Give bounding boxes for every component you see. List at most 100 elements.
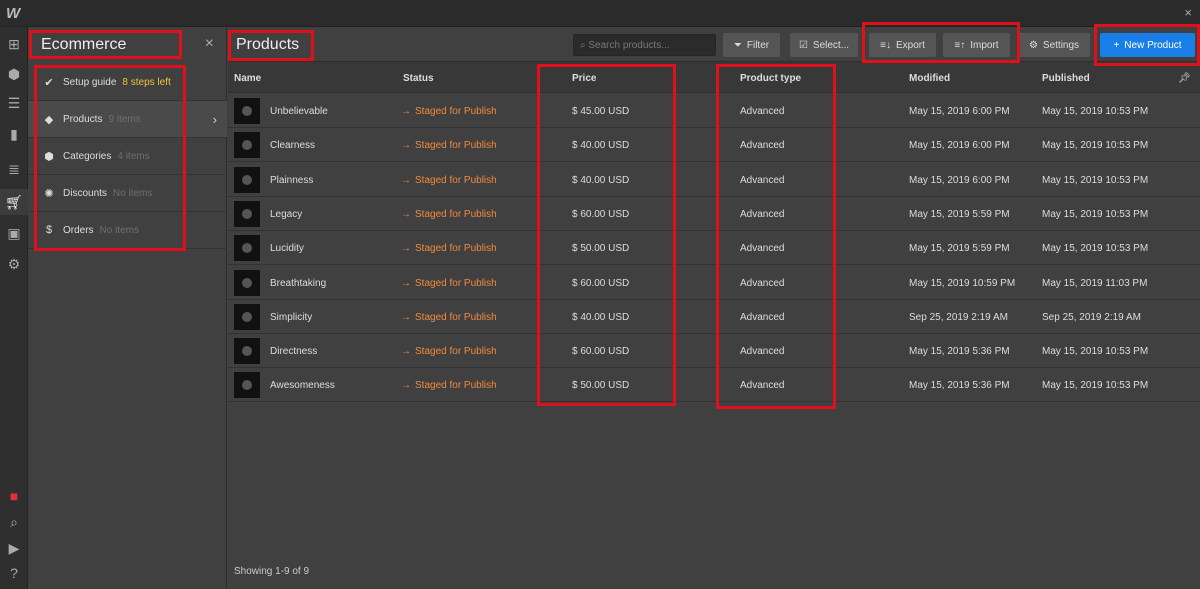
published-date: May 15, 2019 10:53 PM [1042,208,1149,220]
import-icon: ≡↑ [954,39,966,51]
product-name: Lucidity [270,243,304,255]
table-row[interactable]: Unbelievable → Staged for Publish $ 45.00 … [228,94,1200,128]
sidebar-item-count: No items [99,224,140,236]
select-button[interactable]: ☑ Select... [790,33,858,57]
chevron-right-icon: › [212,111,217,127]
table-row[interactable]: Simplicity → Staged for Publish $ 40.00 US… [228,300,1200,334]
arrow-right-icon: → [401,140,411,152]
published-date: May 15, 2019 11:03 PM [1042,277,1148,289]
table-row[interactable]: Plainness → Staged for Publish $ 40.00 USD… [228,163,1200,197]
published-date: May 15, 2019 10:53 PM [1042,243,1149,255]
pages-icon[interactable]: ▮ [5,125,23,143]
close-icon[interactable]: × [205,35,214,53]
assets-icon[interactable]: ▣ [5,224,23,242]
arrow-right-icon: → [401,277,411,289]
product-status: Staged for Publish [415,243,497,255]
product-price: $ 60.00 USD [572,277,630,289]
product-type: Advanced [740,380,785,392]
video-icon[interactable]: ▶ [5,539,23,557]
modified-date: May 15, 2019 5:36 PM [909,346,1010,358]
product-status: Staged for Publish [415,174,497,186]
product-status: Staged for Publish [415,140,497,152]
top-bar: W × [0,0,1200,27]
column-header-price[interactable]: Price [572,73,596,84]
product-thumbnail [234,303,260,330]
export-icon: ≡↓ [880,39,891,51]
column-header-product-type[interactable]: Product type [740,73,801,84]
sidebar-item-label: Setup guide [63,76,117,88]
cube-icon[interactable]: ⬢ [5,65,23,83]
select-label: Select... [812,39,850,51]
published-date: May 15, 2019 10:53 PM [1042,140,1149,152]
column-header-published[interactable]: Published [1042,73,1090,84]
product-status: Staged for Publish [415,380,497,392]
webflow-logo: W [6,5,21,22]
sidebar-item-orders[interactable]: $ Orders No items [28,212,227,249]
sidebar-item-count: No items [112,187,153,199]
product-price: $ 60.00 USD [572,208,630,220]
product-price: $ 50.00 USD [572,243,630,255]
table-row[interactable]: Clearness → Staged for Publish $ 40.00 USD… [228,128,1200,163]
table-row[interactable]: Awesomeness → Staged for Publish $ 50.00 U… [228,368,1200,403]
close-icon[interactable]: × [1184,5,1192,20]
steps-left-badge: 8 steps left [122,76,171,88]
export-button[interactable]: ≡↓ Export [869,33,936,57]
arrow-right-icon: → [401,208,411,220]
add-panel-icon[interactable]: ⊞ [5,35,23,53]
product-price: $ 60.00 USD [572,346,630,358]
sidebar-item-discounts[interactable]: ✺ Discounts No items [28,175,227,212]
product-status: Staged for Publish [415,346,497,358]
table-row[interactable]: Directness → Staged for Publish $ 60.00 US… [228,334,1200,369]
published-date: May 15, 2019 10:53 PM [1042,106,1149,117]
column-header-status[interactable]: Status [403,73,434,84]
published-date: Sep 25, 2019 2:19 AM [1042,311,1141,323]
modified-date: May 15, 2019 10:59 PM [909,277,1016,289]
sidebar-item-products[interactable]: ◆ Products 9 items › [28,101,227,138]
product-price: $ 45.00 USD [572,106,630,117]
product-thumbnail [234,372,260,399]
receipt-icon: $ [45,224,53,236]
gear-icon: ⚙ [1028,39,1038,51]
modified-date: May 15, 2019 5:59 PM [909,208,1010,220]
column-header-name[interactable]: Name [234,73,261,84]
new-product-button[interactable]: + New Product [1100,33,1195,57]
published-date: May 15, 2019 10:53 PM [1042,380,1149,392]
filter-button[interactable]: ⏷ Filter [723,33,780,57]
search-icon[interactable]: ⌕ [5,513,23,531]
record-icon[interactable]: ■ [5,487,23,505]
help-icon[interactable]: ? [5,564,23,582]
arrow-right-icon: → [401,106,411,117]
sidebar-item-setup-guide[interactable]: ✔ Setup guide 8 steps left [28,64,227,101]
ecommerce-icon[interactable]: 🛒︎ [0,189,28,215]
sidebar-item-count: 9 items [108,113,141,125]
product-thumbnail [234,235,260,262]
product-name: Clearness [270,140,316,152]
import-button[interactable]: ≡↑ Import [943,33,1010,57]
import-label: Import [970,39,999,51]
product-thumbnail [234,98,260,124]
product-thumbnail [234,132,260,159]
filter-icon: ⏷ [733,39,742,51]
column-header-modified[interactable]: Modified [909,73,950,84]
product-name: Breathtaking [270,277,327,289]
settings-icon[interactable]: ⚙ [5,255,23,273]
modified-date: May 15, 2019 6:00 PM [909,174,1010,186]
arrow-right-icon: → [401,311,411,323]
published-date: May 15, 2019 10:53 PM [1042,174,1149,186]
cms-icon[interactable]: ≣ [5,160,23,178]
table-row[interactable]: Breathtaking → Staged for Publish $ 60.00 … [228,266,1200,300]
sidebar-item-count: 4 items [117,150,150,162]
arrow-right-icon: → [401,174,411,186]
search-input[interactable]: ⌕ Search products... [573,34,716,56]
navigator-icon[interactable]: ☰ [5,94,23,112]
table-row[interactable]: Lucidity → Staged for Publish $ 50.00 USD A… [228,231,1200,266]
product-thumbnail [234,338,260,365]
search-placeholder: Search products... [588,40,670,51]
modified-date: May 15, 2019 5:59 PM [909,243,1010,255]
modified-date: Sep 25, 2019 2:19 AM [909,311,1008,323]
settings-button[interactable]: ⚙ Settings [1018,33,1090,57]
pin-icon[interactable]: 📌︎ [1178,73,1191,84]
product-name: Directness [270,346,318,358]
sidebar-item-categories[interactable]: ⬢ Categories 4 items [28,138,227,175]
table-row[interactable]: Legacy → Staged for Publish $ 60.00 USD Adv… [228,197,1200,231]
